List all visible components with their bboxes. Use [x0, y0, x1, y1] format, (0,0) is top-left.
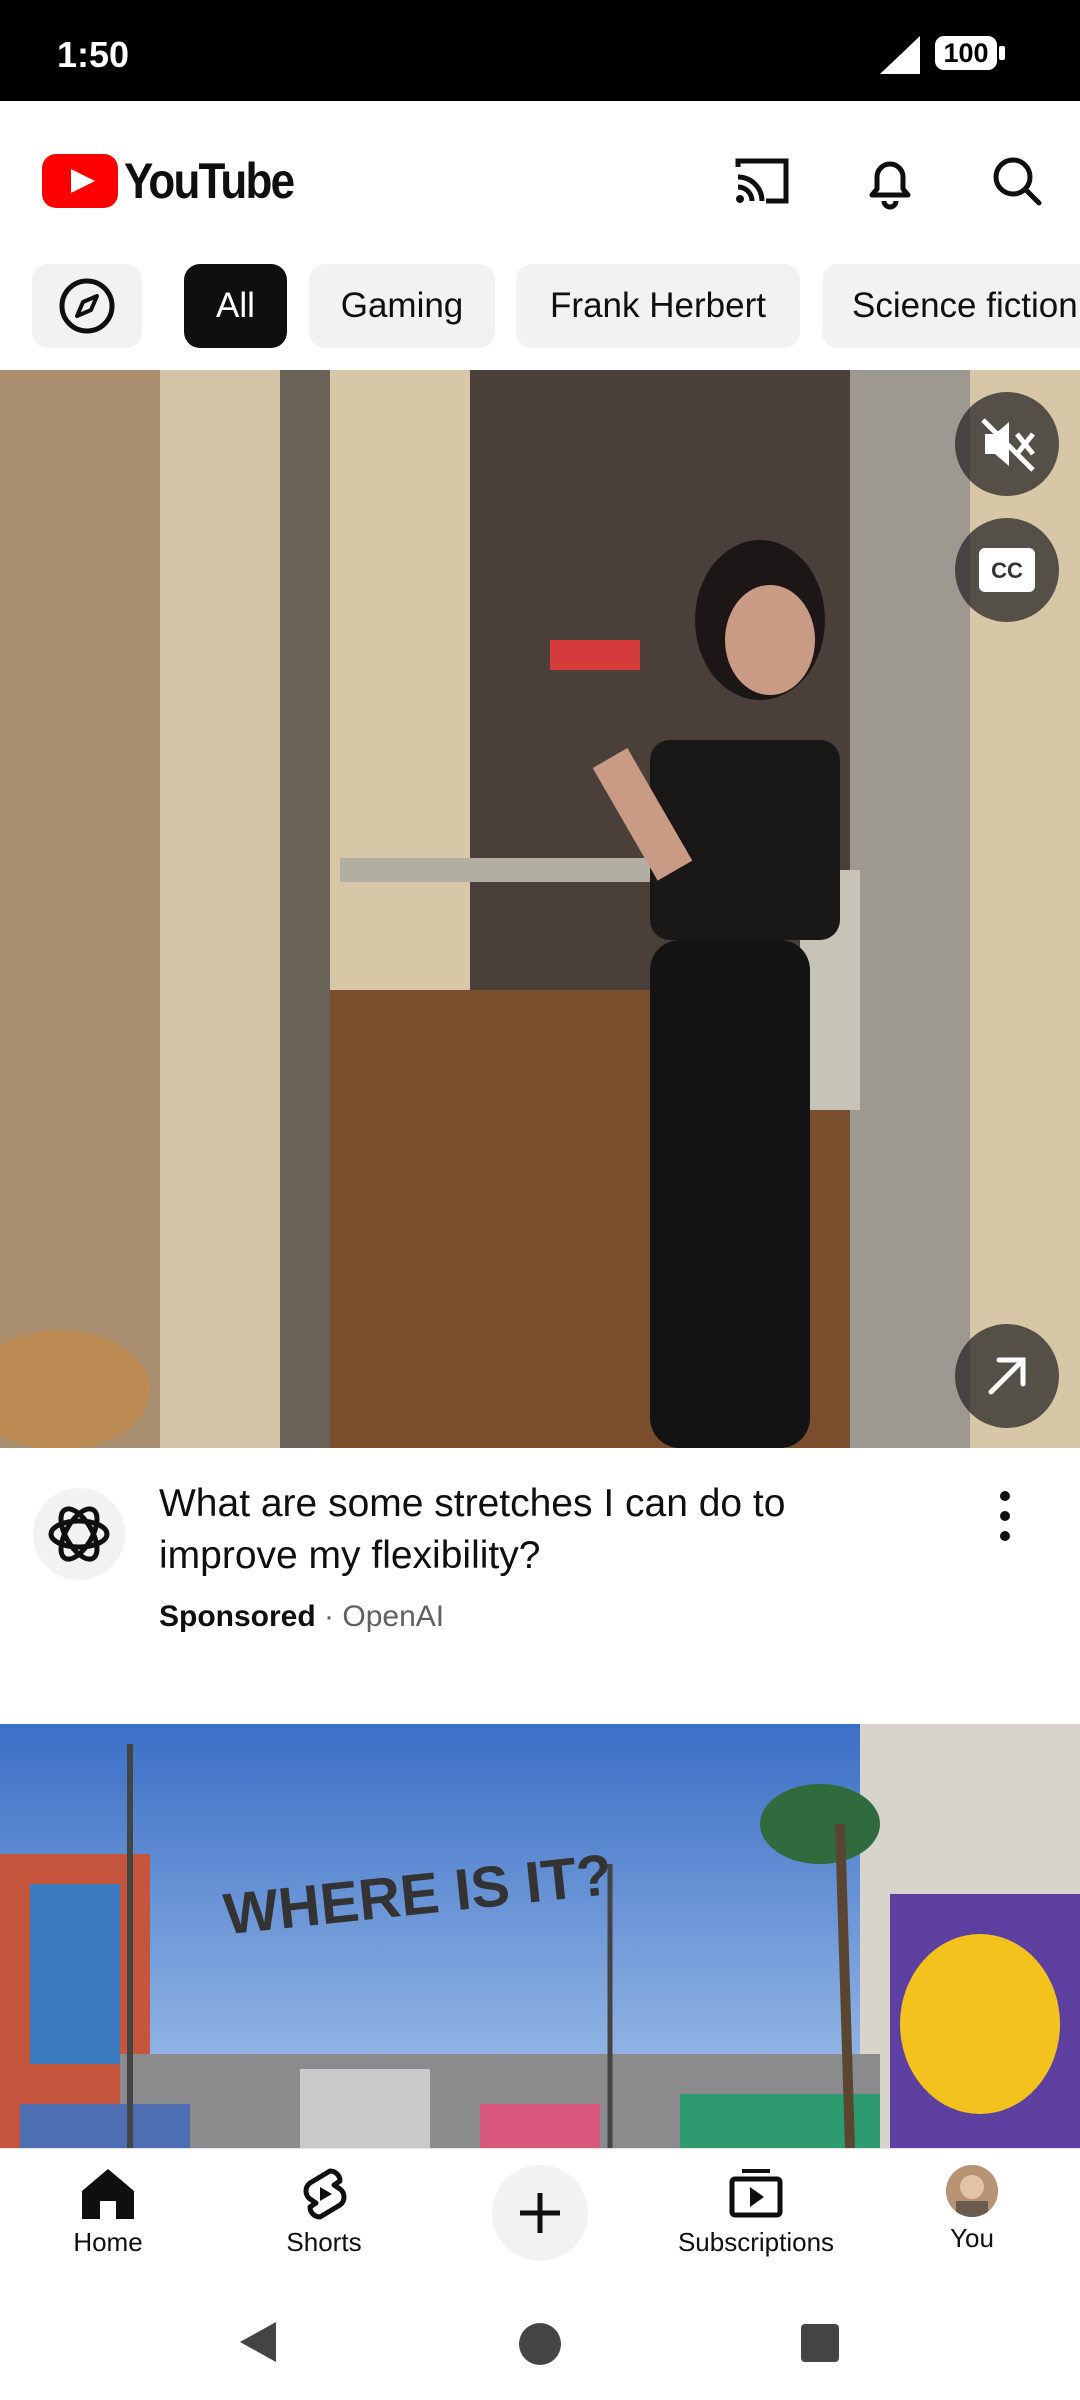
chip-frank-herbert[interactable]: Frank Herbert [516, 264, 800, 348]
more-options-icon[interactable] [988, 1488, 1022, 1544]
compass-icon [59, 278, 115, 334]
shorts-icon [303, 2168, 347, 2220]
recents-icon[interactable] [800, 2323, 840, 2363]
category-chips: All Gaming Frank Herbert Science fiction [0, 261, 1080, 369]
nav-subscriptions-label: Subscriptions [677, 2227, 835, 2257]
subscriptions-icon [729, 2169, 783, 2218]
video-thumbnail[interactable]: CC [0, 370, 1080, 1448]
channel-name[interactable]: OpenAI [342, 1600, 444, 1633]
cast-icon[interactable] [730, 149, 794, 213]
video-scene-image [0, 370, 1080, 1448]
sponsored-label: Sponsored [159, 1600, 316, 1633]
nav-subscriptions[interactable]: Subscriptions [666, 2165, 846, 2258]
youtube-play-logo-icon [42, 154, 118, 208]
closed-captions-icon: CC [979, 548, 1035, 592]
nav-you-label: You [950, 2223, 994, 2253]
video-scene-image-2: WHERE IS IT? [0, 1724, 1080, 2148]
system-navigation-bar [0, 2280, 1080, 2400]
home-circle-icon[interactable] [518, 2322, 562, 2366]
nav-shorts-label: Shorts [286, 2227, 362, 2257]
video-thumbnail-2[interactable]: WHERE IS IT? [0, 1724, 1080, 2148]
explore-chip[interactable] [32, 264, 142, 348]
nav-shorts[interactable]: Shorts [234, 2165, 414, 2258]
youtube-wordmark: YouTube [124, 153, 295, 209]
svg-text:CC: CC [991, 558, 1023, 583]
search-icon[interactable] [985, 149, 1049, 213]
video-metadata: What are some stretches I can do to impr… [0, 1448, 1080, 1724]
battery-tip [999, 46, 1005, 60]
nav-home-label: Home [73, 2227, 143, 2257]
signal-icon [880, 36, 920, 74]
video-title[interactable]: What are some stretches I can do to impr… [159, 1478, 879, 1582]
user-avatar [946, 2165, 998, 2217]
video-subtitle: Sponsored · OpenAI [159, 1600, 444, 1634]
back-icon[interactable] [236, 2320, 278, 2364]
chip-science-fiction[interactable]: Science fiction [822, 264, 1080, 348]
create-button[interactable] [492, 2165, 588, 2261]
plus-icon [520, 2193, 560, 2233]
home-icon [82, 2169, 134, 2219]
nav-home[interactable]: Home [18, 2165, 198, 2258]
app-header: YouTube [0, 101, 1080, 261]
nav-you[interactable]: You [882, 2165, 1062, 2254]
separator-dot: · [324, 1600, 335, 1633]
status-time: 1:50 [57, 34, 130, 75]
notifications-bell-icon[interactable] [858, 149, 922, 213]
chip-all[interactable]: All [184, 264, 287, 348]
bottom-navigation: Home Shorts Subscriptions You [0, 2148, 1080, 2281]
user-avatar-image [946, 2165, 998, 2217]
open-link-button[interactable] [955, 1324, 1059, 1428]
battery-indicator: 100 [935, 36, 997, 70]
status-bar: 1:50 100 [0, 0, 1080, 101]
openai-logo-icon [48, 1506, 110, 1562]
volume-muted-icon [981, 418, 1035, 472]
arrow-up-right-icon [988, 1357, 1026, 1395]
captions-button[interactable]: CC [955, 518, 1059, 622]
chip-gaming[interactable]: Gaming [309, 264, 495, 348]
mute-button[interactable] [955, 392, 1059, 496]
channel-avatar[interactable] [33, 1488, 125, 1580]
youtube-logo[interactable]: YouTube [42, 153, 316, 209]
